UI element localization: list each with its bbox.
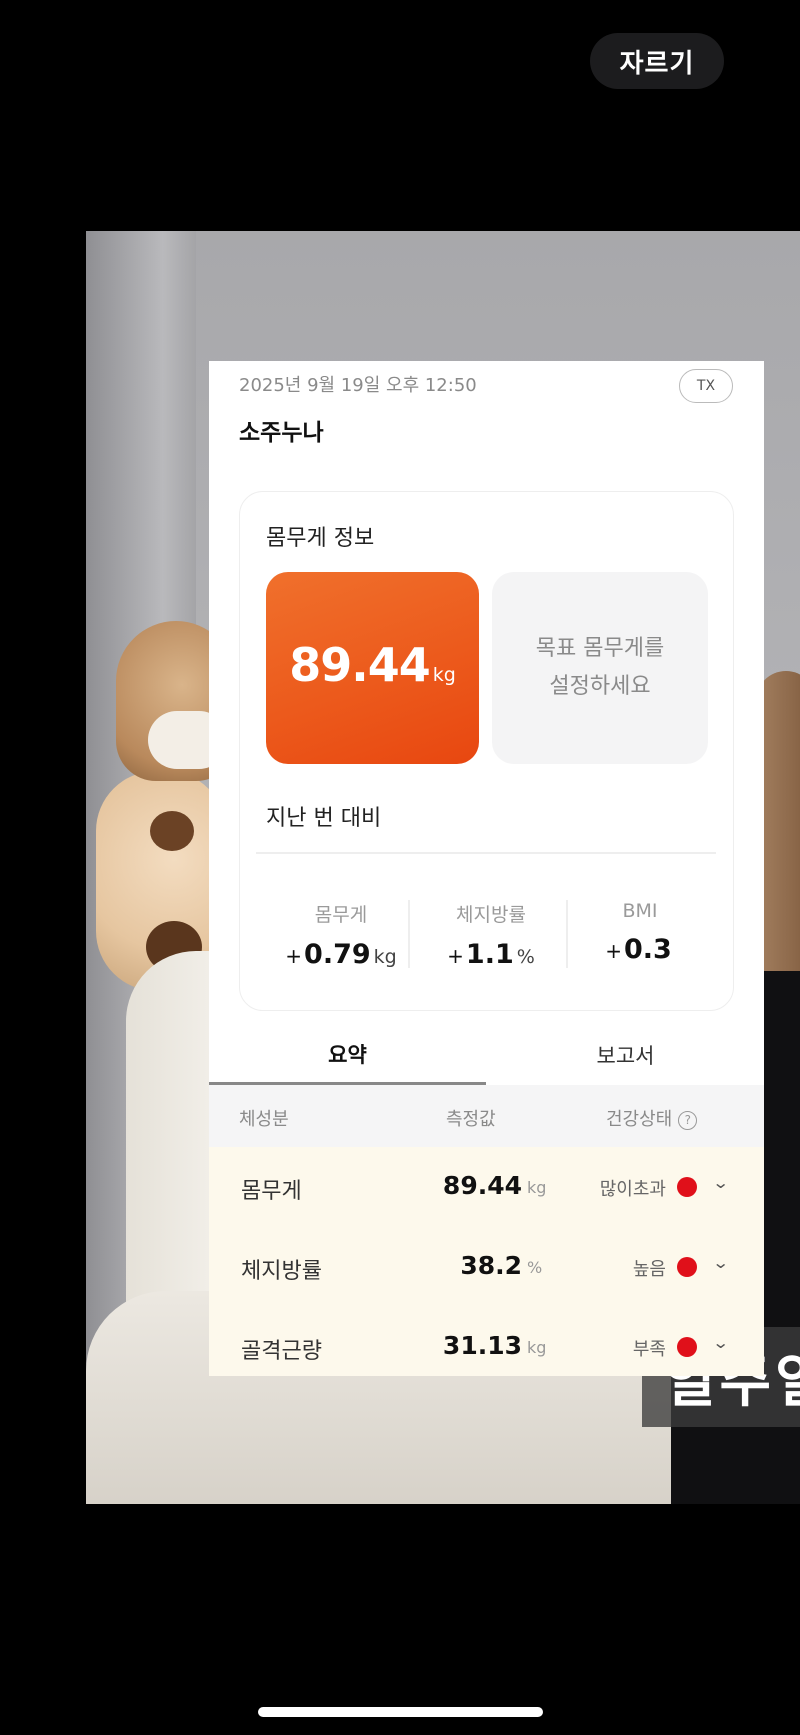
row-status: 높음 — [632, 1259, 666, 1280]
stat-number: 0.3 — [623, 934, 672, 965]
status-dot-icon — [677, 1337, 697, 1357]
row-name: 체지방률 — [241, 1259, 322, 1284]
table-row[interactable]: 몸무게 89.44 kg 많이초과 ⌄ — [209, 1147, 764, 1227]
divider — [408, 900, 410, 968]
measurement-date: 2025년 9월 19일 오후 12:50 — [239, 375, 477, 396]
stat-value: +0.3 — [565, 934, 715, 965]
status-dot-icon — [677, 1257, 697, 1277]
stat-bodyfat-change: 체지방률 +1.1% — [416, 900, 566, 970]
goal-weight-prompt: 목표 몸무게를 — [535, 636, 665, 661]
row-status: 부족 — [632, 1339, 666, 1360]
row-value: 31.13 — [442, 1331, 522, 1360]
chevron-down-icon[interactable]: ⌄ — [712, 1333, 729, 1352]
stat-label: 체지방률 — [456, 904, 526, 926]
stat-value: +1.1% — [416, 939, 566, 970]
table-row[interactable]: 골격근량 31.13 kg 부족 ⌄ — [209, 1307, 764, 1376]
stat-label: 몸무게 — [314, 904, 368, 926]
stat-sign: + — [285, 944, 303, 968]
column-header: 측정값 — [446, 1109, 496, 1130]
stat-unit: % — [516, 946, 535, 968]
crop-button[interactable]: 자르기 — [590, 33, 724, 89]
help-icon[interactable]: ? — [678, 1111, 698, 1130]
stat-sign: + — [605, 939, 622, 963]
stat-sign: + — [447, 944, 464, 968]
column-header: 체성분 — [239, 1109, 289, 1130]
status-dot-icon — [677, 1177, 697, 1197]
row-value: 38.2 — [460, 1251, 522, 1280]
row-unit: kg — [527, 1178, 547, 1197]
weight-info-card: 몸무게 정보 89.44 kg 목표 몸무게를 설정하세요 지난 번 대비 몸무… — [239, 491, 734, 1011]
current-weight-unit: kg — [432, 664, 456, 686]
stat-label: BMI — [622, 900, 658, 922]
column-header: 건강상태? — [606, 1105, 698, 1131]
stat-unit: kg — [373, 946, 397, 968]
current-weight-value: 89.44 — [289, 638, 431, 692]
comparison-title: 지난 번 대비 — [266, 806, 382, 831]
home-indicator[interactable] — [258, 1707, 543, 1717]
weight-info-title: 몸무게 정보 — [266, 526, 375, 551]
stat-value: +0.79 kg — [266, 939, 416, 970]
divider — [256, 852, 716, 854]
column-header-label: 건강상태 — [606, 1109, 673, 1130]
row-value: 89.44 — [442, 1171, 522, 1200]
user-name: 소주누나 — [239, 420, 324, 446]
plush-spot — [150, 811, 194, 851]
stat-weight-change: 몸무게 +0.79 kg — [266, 900, 416, 970]
stat-bmi-change: BMI +0.3 — [565, 900, 715, 965]
tab-report[interactable]: 보고서 — [487, 1025, 764, 1085]
row-unit: kg — [527, 1338, 547, 1357]
tx-button[interactable]: TX — [679, 369, 733, 403]
stat-number: 0.79 — [304, 939, 371, 970]
row-status: 많이초과 — [599, 1179, 666, 1200]
goal-weight-tile[interactable]: 목표 몸무게를 설정하세요 — [492, 572, 708, 764]
stat-number: 1.1 — [465, 939, 514, 970]
chevron-down-icon[interactable]: ⌄ — [712, 1173, 729, 1192]
current-weight-tile: 89.44 kg — [266, 572, 479, 764]
table-body: 몸무게 89.44 kg 많이초과 ⌄ 체지방률 38.2 % 높음 ⌄ 골격근… — [209, 1147, 764, 1376]
chevron-down-icon[interactable]: ⌄ — [712, 1253, 729, 1272]
scale-app-screenshot: 2025년 9월 19일 오후 12:50 TX 소주누나 몸무게 정보 89.… — [209, 361, 764, 1376]
row-name: 몸무게 — [241, 1179, 302, 1204]
goal-weight-prompt: 설정하세요 — [549, 674, 651, 699]
tab-summary[interactable]: 요약 — [209, 1025, 486, 1085]
table-row[interactable]: 체지방률 38.2 % 높음 ⌄ — [209, 1227, 764, 1307]
table-header: 체성분 측정값 건강상태? — [209, 1085, 764, 1147]
tab-bar: 요약 보고서 — [209, 1025, 764, 1085]
row-unit: % — [527, 1258, 543, 1277]
row-name: 골격근량 — [241, 1339, 322, 1364]
